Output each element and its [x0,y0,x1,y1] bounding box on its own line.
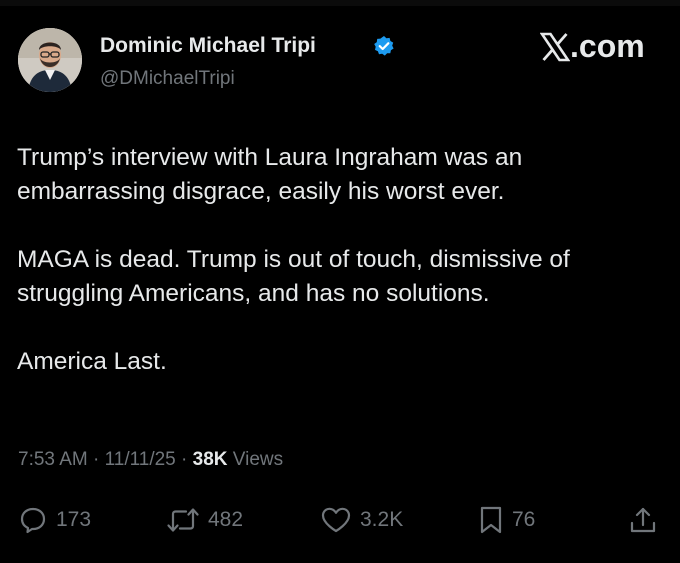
brand-domain-text: .com [570,28,645,64]
heart-icon [321,507,351,533]
tweet-paragraph: Trump’s interview with Laura Ingraham wa… [17,144,523,205]
reply-count: 173 [56,508,92,531]
views-count: 38K [192,449,228,470]
bookmark-button[interactable]: 76 [478,502,535,538]
tweet-time[interactable]: 7:53 AM [18,449,88,470]
bookmark-icon [480,506,502,534]
tweet-actions: 173 482 3.2K 76 [18,502,662,542]
tweet-date[interactable]: 11/11/25 [105,449,176,470]
views-label: Views [227,449,284,470]
reply-icon [20,507,46,534]
author-display-name[interactable]: Dominic Michael Tripi [100,34,316,58]
like-count: 3.2K [360,508,404,531]
tweet-body: Trump’s interview with Laura Ingraham wa… [17,141,663,379]
repost-count: 482 [208,508,244,531]
author-handle[interactable]: @DMichaelTripi [100,68,235,90]
repost-button[interactable]: 482 [166,502,243,538]
meta-separator: · [87,449,105,470]
share-button[interactable] [628,502,658,538]
x-logo-icon [540,32,570,62]
like-button[interactable]: 3.2K [320,502,403,538]
tweet-paragraph: America Last. [17,348,167,375]
author-avatar[interactable] [18,28,82,92]
bookmark-count: 76 [512,508,536,531]
meta-separator: · [175,449,193,470]
tweet-paragraph: MAGA is dead. Trump is out of touch, dis… [17,246,570,307]
verified-badge-icon [374,36,394,56]
repost-icon [167,508,199,532]
tweet-meta: 7:53 AM · 11/11/25 · 38K Views [18,449,283,471]
share-icon [630,507,656,533]
reply-button[interactable]: 173 [18,502,91,538]
top-edge [0,0,680,6]
